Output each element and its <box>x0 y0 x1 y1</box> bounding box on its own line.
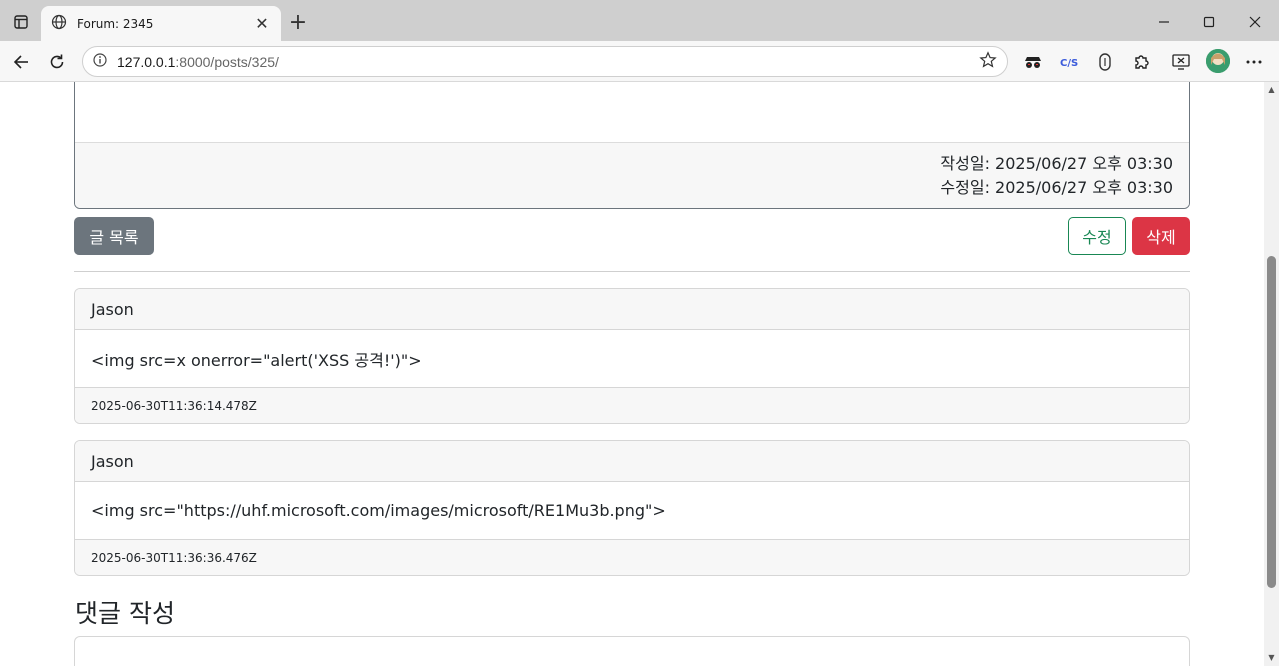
svg-text:C/S: C/S <box>1060 58 1078 69</box>
pill-extension-icon[interactable] <box>1093 50 1117 74</box>
css-js-extension-icon[interactable]: C/S <box>1057 50 1081 74</box>
tab-title: Forum: 2345 <box>77 16 154 31</box>
close-window-icon[interactable] <box>1241 8 1269 36</box>
browser-chrome: Forum: 2345 ✕ + 127.0.0.1:8000/posts/325… <box>0 0 1279 82</box>
close-tab-icon[interactable]: ✕ <box>253 14 271 33</box>
comment-timestamp: 2025-06-30T11:36:36.476Z <box>75 539 1189 575</box>
comment-card: Jason <img src="https://uhf.microsoft.co… <box>74 440 1190 576</box>
back-icon[interactable] <box>7 48 35 76</box>
favorite-star-icon[interactable] <box>979 50 997 73</box>
more-options-icon[interactable] <box>1242 50 1266 74</box>
maximize-icon[interactable] <box>1195 8 1223 36</box>
url-text[interactable]: 127.0.0.1:8000/posts/325/ <box>117 54 979 70</box>
incognito-extension-icon[interactable] <box>1021 50 1045 74</box>
post-footer: 작성일: 2025/06/27 오후 03:30 수정일: 2025/06/27… <box>75 142 1189 208</box>
tab-forum[interactable]: Forum: 2345 ✕ <box>41 6 281 41</box>
edit-button[interactable]: 수정 <box>1068 217 1126 255</box>
comment-body: <img src=x onerror="alert('XSS 공격!')"> <box>91 350 422 370</box>
site-info-icon[interactable] <box>93 52 107 71</box>
minimize-icon[interactable] <box>1150 8 1178 36</box>
tab-actions-icon[interactable] <box>8 9 34 35</box>
comment-card: Jason <img src=x onerror="alert('XSS 공격!… <box>74 288 1190 424</box>
divider <box>74 271 1190 272</box>
tab-strip: Forum: 2345 ✕ + <box>0 0 1279 41</box>
post-list-button[interactable]: 글 목록 <box>74 217 154 255</box>
comment-author: Jason <box>75 289 1189 330</box>
comment-body: <img src="https://uhf.microsoft.com/imag… <box>91 501 666 520</box>
new-tab-icon[interactable]: + <box>286 10 310 35</box>
scroll-thumb[interactable] <box>1267 256 1276 588</box>
address-bar[interactable]: 127.0.0.1:8000/posts/325/ <box>82 46 1008 77</box>
comment-author: Jason <box>75 441 1189 482</box>
delete-button[interactable]: 삭제 <box>1132 217 1190 255</box>
refresh-icon[interactable] <box>43 48 71 76</box>
post-card: 작성일: 2025/06/27 오후 03:30 수정일: 2025/06/27… <box>74 82 1190 209</box>
globe-icon <box>51 14 67 34</box>
post-created-date: 작성일: 2025/06/27 오후 03:30 <box>940 154 1173 173</box>
comment-timestamp: 2025-06-30T11:36:14.478Z <box>75 387 1189 423</box>
page-viewport: 작성일: 2025/06/27 오후 03:30 수정일: 2025/06/27… <box>0 82 1264 666</box>
profile-avatar[interactable] <box>1206 49 1230 73</box>
page-scrollbar[interactable]: ▲ ▼ <box>1264 82 1279 666</box>
comment-form-card <box>74 636 1190 666</box>
scroll-up-icon[interactable]: ▲ <box>1267 85 1276 94</box>
post-modified-date: 수정일: 2025/06/27 오후 03:30 <box>940 178 1173 197</box>
comment-form-title: 댓글 작성 <box>75 599 175 628</box>
extensions-puzzle-icon[interactable] <box>1129 50 1153 74</box>
screen-capture-icon[interactable] <box>1169 50 1193 74</box>
browser-toolbar: 127.0.0.1:8000/posts/325/ C/S <box>0 41 1279 82</box>
scroll-down-icon[interactable]: ▼ <box>1267 653 1276 662</box>
